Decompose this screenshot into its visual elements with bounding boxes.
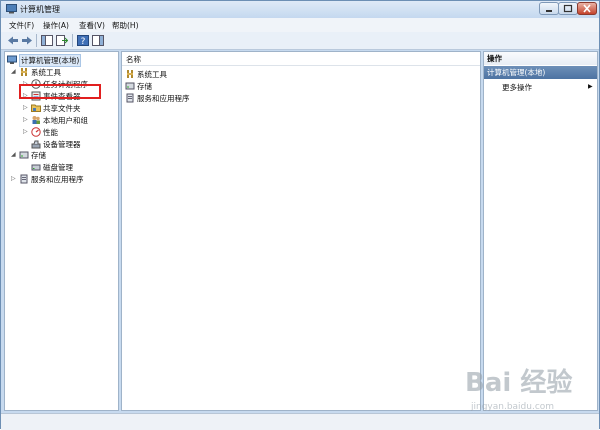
svg-text:?: ? bbox=[81, 37, 86, 46]
minimize-button[interactable] bbox=[539, 2, 559, 15]
minimize-icon bbox=[546, 10, 552, 12]
menu-view[interactable]: 查看(V) bbox=[79, 20, 105, 31]
tree-label: 磁盘管理 bbox=[43, 163, 73, 172]
submenu-arrow-icon: ▶ bbox=[588, 83, 593, 90]
column-header-name[interactable]: 名称 bbox=[126, 54, 141, 65]
menu-file[interactable]: 文件(F) bbox=[9, 20, 34, 31]
maximize-button[interactable] bbox=[558, 2, 578, 15]
more-actions-item[interactable]: 更多操作 bbox=[502, 82, 532, 93]
menu-action[interactable]: 操作(A) bbox=[43, 20, 69, 31]
computer-management-icon bbox=[6, 4, 17, 14]
export-list-icon[interactable] bbox=[56, 35, 68, 46]
disk-icon bbox=[31, 164, 41, 171]
expand-arrow-icon[interactable]: ▷ bbox=[23, 104, 29, 112]
help-icon[interactable]: ? bbox=[77, 35, 89, 46]
list-item-label: 服务和应用程序 bbox=[137, 94, 190, 103]
window-title: 计算机管理 bbox=[20, 5, 60, 14]
storage-icon bbox=[125, 82, 135, 90]
list-header: 名称 bbox=[122, 52, 480, 66]
storage-icon bbox=[19, 151, 29, 159]
toolbar-separator bbox=[72, 34, 73, 47]
highlight-annotation-box bbox=[19, 84, 101, 99]
show-hide-action-pane-icon[interactable] bbox=[92, 35, 104, 46]
services-icon bbox=[20, 174, 28, 184]
users-icon bbox=[32, 116, 40, 124]
show-hide-tree-icon[interactable] bbox=[41, 35, 53, 46]
menu-bar: 文件(F) 操作(A) 查看(V) 帮助(H) bbox=[1, 18, 599, 32]
close-icon bbox=[583, 4, 591, 13]
device-manager-icon bbox=[31, 140, 41, 149]
close-button[interactable] bbox=[577, 2, 597, 15]
computer-management-window: 计算机管理 文件(F) 操作(A) 查看(V) 帮助(H) ? 计算机管理(本地… bbox=[0, 0, 600, 430]
tools-icon bbox=[21, 68, 27, 76]
toolbar: ? bbox=[1, 32, 599, 50]
toolbar-separator bbox=[36, 34, 37, 47]
forward-arrow-icon[interactable] bbox=[21, 35, 33, 46]
tree-label: 设备管理器 bbox=[43, 140, 81, 149]
tree-label: 系统工具 bbox=[31, 68, 61, 77]
action-section-header[interactable]: 计算机管理(本地) bbox=[484, 66, 597, 79]
expand-arrow-icon[interactable]: ▷ bbox=[23, 116, 29, 124]
action-pane-title: 操作 bbox=[484, 52, 597, 65]
list-item-label: 系统工具 bbox=[137, 70, 167, 79]
performance-icon bbox=[31, 127, 41, 137]
tree-label: 计算机管理(本地) bbox=[19, 54, 82, 67]
tree-label: 性能 bbox=[43, 128, 58, 137]
expand-arrow-icon[interactable]: ▷ bbox=[11, 175, 17, 183]
tree-label: 本地用户和组 bbox=[43, 116, 88, 125]
tree-label: 服务和应用程序 bbox=[31, 175, 84, 184]
tree-label: 共享文件夹 bbox=[43, 104, 81, 113]
menu-help[interactable]: 帮助(H) bbox=[112, 20, 139, 31]
baidu-jingyan-watermark: Bai 经验 jingyan.baidu.com bbox=[465, 367, 572, 412]
services-icon bbox=[126, 93, 134, 103]
tools-icon bbox=[127, 70, 133, 78]
computer-icon bbox=[7, 55, 17, 64]
collapse-arrow-icon[interactable]: ◢ bbox=[11, 68, 17, 76]
tree-label: 存储 bbox=[31, 151, 46, 160]
list-item-label: 存储 bbox=[137, 82, 152, 91]
watermark-url: jingyan.baidu.com bbox=[470, 402, 554, 412]
back-arrow-icon[interactable] bbox=[7, 35, 19, 46]
console-tree[interactable]: 计算机管理(本地) ◢ 系统工具 ▷ 任务计划程序 ▷ 事件查看器 ▷ 共享文件… bbox=[4, 51, 119, 411]
shared-folder-icon bbox=[31, 104, 41, 112]
title-bar: 计算机管理 bbox=[1, 1, 599, 18]
expand-arrow-icon[interactable]: ▷ bbox=[23, 128, 29, 136]
collapse-arrow-icon[interactable]: ◢ bbox=[11, 151, 17, 159]
maximize-icon bbox=[563, 4, 573, 13]
results-list[interactable]: 名称 系统工具 存储 服务和应用程序 bbox=[121, 51, 481, 411]
watermark-text: Bai 经验 bbox=[465, 367, 572, 398]
